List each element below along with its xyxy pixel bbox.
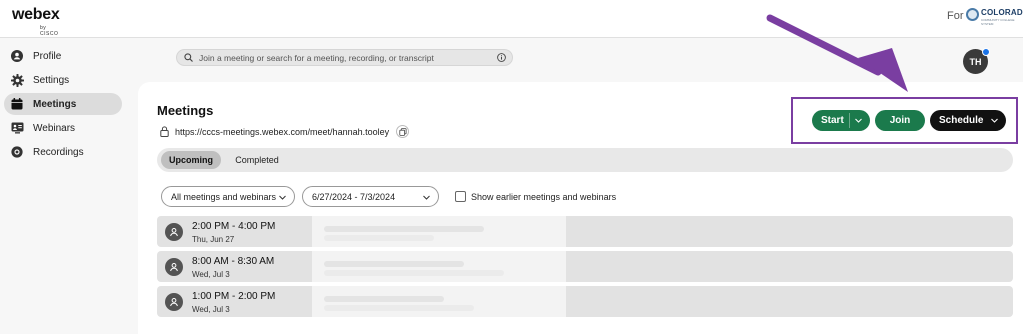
sidebar-item-webinars[interactable]: Webinars (4, 117, 122, 139)
search-icon (184, 53, 194, 63)
schedule-button[interactable]: Schedule (930, 110, 1006, 131)
gear-icon (10, 73, 24, 87)
host-avatar-icon (165, 223, 183, 241)
notification-dot (982, 48, 990, 56)
personal-room-link: https://cccs-meetings.webex.com/meet/han… (160, 125, 410, 138)
chevron-down-icon (279, 195, 286, 200)
info-icon[interactable] (497, 53, 507, 63)
meeting-row[interactable]: 8:00 AM - 8:30 AM Wed, Jul 3 (157, 251, 1013, 282)
calendar-icon (10, 97, 24, 111)
org-logo: COLORADO COMMUNITY COLLEGE SYSTEM (966, 5, 1023, 26)
webex-logo[interactable]: webex by CISCO (12, 6, 60, 37)
host-avatar-icon (165, 293, 183, 311)
logo-text: webex (12, 6, 60, 23)
personal-room-url[interactable]: https://cccs-meetings.webex.com/meet/han… (175, 127, 389, 137)
org-tagline: COMMUNITY COLLEGE SYSTEM (981, 18, 1015, 26)
join-button[interactable]: Join (875, 110, 925, 131)
chevron-down-icon[interactable] (854, 116, 863, 125)
meeting-type-dropdown[interactable]: All meetings and webinars (161, 186, 295, 207)
date-range-dropdown[interactable]: 6/27/2024 - 7/3/2024 (302, 186, 439, 207)
search-input[interactable]: Join a meeting or search for a meeting, … (176, 49, 513, 66)
logo-subtext: by CISCO (40, 25, 59, 37)
sidebar-item-profile[interactable]: Profile (4, 45, 122, 67)
lock-icon (160, 126, 169, 137)
meeting-date: Wed, Jul 3 (192, 305, 230, 314)
meeting-time: 1:00 PM - 2:00 PM (192, 291, 276, 302)
date-range-value: 6/27/2024 - 7/3/2024 (312, 191, 396, 202)
show-earlier-checkbox[interactable] (455, 191, 466, 202)
sidebar: Profile Settings Meetings Webinars Recor… (0, 39, 132, 334)
org-name: COLORADO (981, 8, 1023, 17)
show-earlier-toggle: Show earlier meetings and webinars (455, 191, 616, 202)
sidebar-item-label: Profile (33, 50, 62, 62)
host-avatar-icon (165, 258, 183, 276)
recording-icon (10, 145, 24, 159)
show-earlier-label: Show earlier meetings and webinars (471, 191, 617, 202)
tab-upcoming[interactable]: Upcoming (161, 151, 221, 169)
join-label: Join (889, 115, 911, 126)
meeting-type-value: All meetings and webinars (171, 191, 277, 202)
start-button[interactable]: Start (812, 110, 870, 131)
sidebar-item-label: Meetings (33, 98, 77, 110)
org-emblem-icon (966, 8, 979, 21)
button-divider (849, 113, 850, 128)
meeting-time: 2:00 PM - 4:00 PM (192, 221, 276, 232)
meeting-date: Wed, Jul 3 (192, 270, 230, 279)
start-label: Start (821, 115, 844, 126)
meeting-tabs: Upcoming Completed (157, 148, 1013, 172)
sidebar-item-meetings[interactable]: Meetings (4, 93, 122, 115)
copy-icon (399, 127, 407, 136)
top-bar: webex by CISCO For COLORADO COMMUNITY CO… (0, 0, 1023, 38)
sidebar-item-label: Webinars (33, 122, 76, 134)
tab-completed[interactable]: Completed (227, 151, 287, 169)
schedule-label: Schedule (939, 115, 984, 126)
sidebar-item-settings[interactable]: Settings (4, 69, 122, 91)
sidebar-item-label: Settings (33, 74, 70, 86)
search-placeholder: Join a meeting or search for a meeting, … (199, 52, 434, 63)
chevron-down-icon[interactable] (990, 116, 999, 125)
profile-icon (10, 49, 24, 63)
copy-link-button[interactable] (396, 125, 410, 138)
sidebar-item-recordings[interactable]: Recordings (4, 141, 122, 163)
redacted-meeting-title (312, 216, 566, 247)
meeting-date: Thu, Jun 27 (192, 235, 235, 244)
meeting-row[interactable]: 1:00 PM - 2:00 PM Wed, Jul 3 (157, 286, 1013, 317)
webinar-icon (10, 121, 24, 135)
chevron-down-icon (423, 195, 430, 200)
for-label: For (947, 10, 964, 22)
sidebar-item-label: Recordings (33, 146, 84, 158)
meeting-time: 8:00 AM - 8:30 AM (192, 256, 275, 267)
redacted-meeting-title (312, 251, 566, 282)
meeting-row[interactable]: 2:00 PM - 4:00 PM Thu, Jun 27 (157, 216, 1013, 247)
page-title: Meetings (157, 103, 214, 118)
redacted-meeting-title (312, 286, 566, 317)
